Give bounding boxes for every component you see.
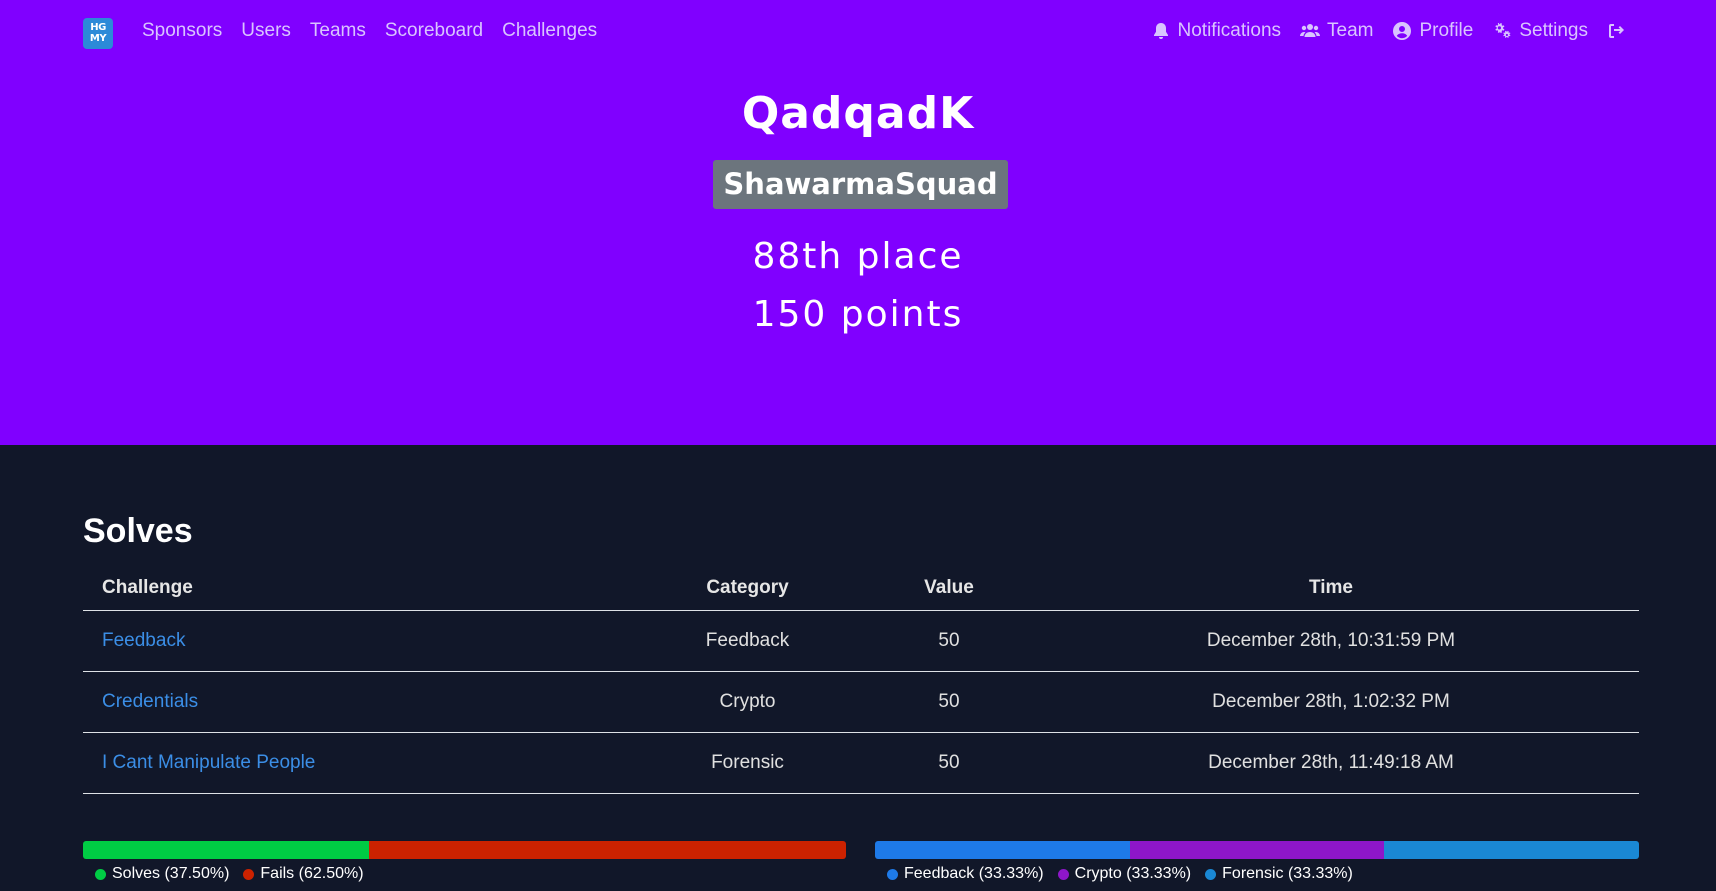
nav-link-scoreboard[interactable]: Scoreboard — [385, 19, 483, 43]
legend-dot-icon — [1057, 868, 1069, 880]
cogs-icon — [1495, 22, 1511, 38]
nav-notifications-label: Notifications — [1177, 20, 1282, 41]
column-header-challenge: Challenge — [102, 576, 193, 598]
legend-label: Solves (37.50%) — [112, 865, 230, 882]
column-header-category: Category — [706, 576, 789, 598]
value-cell: 50 — [938, 691, 960, 712]
nav-notifications[interactable]: Notifications — [1151, 19, 1282, 43]
solve-fail-bar — [83, 841, 846, 859]
legend-item-crypto[interactable]: Crypto (33.33%) — [1057, 865, 1192, 883]
legend-label: Crypto (33.33%) — [1074, 865, 1192, 882]
legend-label: Feedback (33.33%) — [904, 865, 1044, 882]
legend-label: Forensic (33.33%) — [1222, 865, 1353, 882]
bell-icon — [1153, 23, 1168, 39]
nav-link-teams[interactable]: Teams — [310, 19, 366, 43]
user-points: 150 points — [752, 294, 964, 335]
category-breakdown-bar — [875, 841, 1639, 859]
challenge-link[interactable]: I Cant Manipulate People — [102, 752, 315, 773]
nav-left: Sponsors Users Teams Scoreboard Challeng… — [142, 19, 597, 43]
nav-team[interactable]: Team — [1300, 19, 1373, 43]
nav-settings[interactable]: Settings — [1492, 19, 1588, 43]
legend-dot-icon — [887, 868, 898, 880]
legend-dot-icon — [243, 868, 255, 880]
legend-item-feedback[interactable]: Feedback (33.33%) — [887, 865, 1044, 883]
solves-table: Challenge Category Value Time Feedback F… — [83, 565, 1639, 794]
legend-label: Fails (62.50%) — [260, 865, 364, 882]
category-cell: Crypto — [719, 691, 776, 712]
legend-item-forensic[interactable]: Forensic (33.33%) — [1205, 865, 1353, 883]
table-row: Feedback Feedback 50 December 28th, 10:3… — [83, 611, 1639, 672]
challenge-link[interactable]: Feedback — [102, 630, 185, 651]
category-breakdown-legend: Feedback (33.33%) Crypto (33.33%) Forensic… — [887, 865, 1353, 883]
nav-right: Notifications Team Profile Settings — [1151, 19, 1627, 43]
legend-item-solves[interactable]: Solves (37.50%) — [95, 865, 229, 883]
profile-hero — [0, 0, 1716, 445]
nav-settings-label: Settings — [1519, 20, 1588, 41]
bar-segment-fails[interactable] — [369, 841, 846, 859]
column-header-time: Time — [1308, 576, 1353, 598]
nav-link-users[interactable]: Users — [241, 19, 291, 43]
time-cell: December 28th, 1:02:32 PM — [1212, 691, 1450, 712]
challenge-link[interactable]: Credentials — [102, 691, 198, 712]
legend-dot-icon — [1205, 868, 1217, 880]
category-cell: Forensic — [711, 752, 784, 773]
category-cell: Feedback — [705, 630, 790, 651]
solves-title: Solves — [83, 512, 193, 550]
team-badge[interactable]: ShawarmaSquad — [713, 160, 1008, 209]
users-icon — [1300, 24, 1321, 37]
user-circle-icon — [1393, 22, 1412, 40]
bar-segment-feedback[interactable] — [875, 841, 1130, 859]
nav-profile[interactable]: Profile — [1392, 19, 1473, 43]
value-cell: 50 — [938, 752, 960, 773]
navbar: HG MY Sponsors Users Teams Scoreboard Cha… — [0, 0, 1716, 62]
site-logo[interactable]: HG MY — [83, 18, 113, 49]
table-header: Challenge Category Value Time — [83, 565, 1639, 611]
table-row: Credentials Crypto 50 December 28th, 1:0… — [83, 672, 1639, 733]
legend-dot-icon — [95, 868, 106, 880]
legend-item-fails[interactable]: Fails (62.50%) — [243, 865, 364, 883]
bar-segment-solves[interactable] — [83, 841, 370, 859]
user-place: 88th place — [752, 236, 964, 277]
nav-profile-label: Profile — [1419, 20, 1474, 41]
nav-link-challenges[interactable]: Challenges — [502, 19, 597, 43]
table-row: I Cant Manipulate People Forensic 50 Dec… — [83, 733, 1639, 794]
nav-link-sponsors[interactable]: Sponsors — [142, 19, 222, 43]
nav-logout[interactable] — [1607, 21, 1627, 41]
nav-team-label: Team — [1327, 20, 1374, 41]
time-cell: December 28th, 11:49:18 AM — [1208, 752, 1454, 773]
time-cell: December 28th, 10:31:59 PM — [1206, 630, 1456, 651]
bar-segment-crypto[interactable] — [1129, 841, 1385, 859]
logout-icon — [1609, 24, 1624, 38]
value-cell: 50 — [938, 630, 960, 651]
column-header-value: Value — [924, 576, 974, 598]
solve-fail-legend: Solves (37.50%) Fails (62.50%) — [95, 865, 364, 883]
user-name: QadqadK — [741, 88, 975, 139]
bar-segment-forensic[interactable] — [1384, 841, 1639, 859]
